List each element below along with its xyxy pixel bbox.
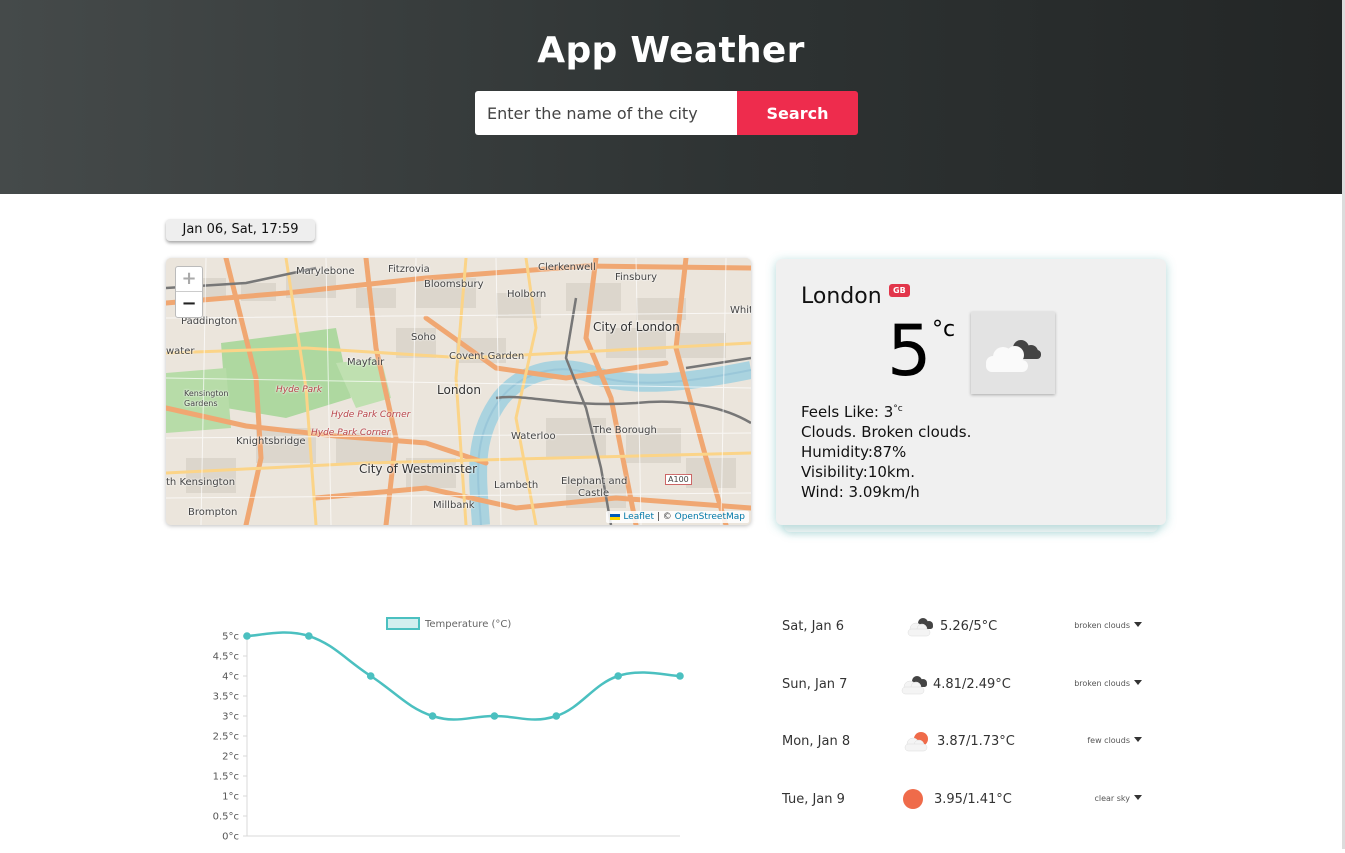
expand-caret-icon[interactable] [1134, 795, 1142, 800]
temperature-point [305, 632, 313, 640]
openstreetmap-link[interactable]: OpenStreetMap [675, 512, 745, 522]
ukraine-flag-icon [610, 513, 621, 520]
temperature-chart: 5°c 4.5°c 4°c 3.5°c 3°c 2.5°c 2°c 1.5°c 1°c 0.5°c… [200, 605, 720, 849]
attribution-separator: | © [653, 512, 675, 522]
y-tick-label: 2.5°c [213, 732, 239, 743]
temperature-point [428, 712, 437, 720]
app-title: App Weather [537, 30, 805, 71]
humidity: Humidity:87% [801, 443, 907, 461]
zoom-out-button[interactable]: − [176, 292, 202, 316]
visibility: Visibility:10km. [801, 463, 915, 481]
chart-svg: 5°c 4.5°c 4°c 3.5°c 3°c 2.5°c 2°c 1.5°c 1°c 0.5°c… [213, 617, 684, 843]
y-tick-label: 4°c [222, 672, 239, 683]
temperature-point [552, 712, 561, 720]
legend-swatch [386, 617, 420, 630]
expand-caret-icon[interactable] [1134, 680, 1142, 685]
broken-clouds-icon [904, 612, 936, 642]
temperature-point [243, 632, 251, 640]
current-temperature: 5 [887, 310, 932, 392]
city-map[interactable]: Marylebone Fitzrovia Clerkenwell Finsbur… [166, 258, 751, 525]
forecast-temp: 3.95/1.41°C [934, 792, 1012, 807]
y-tick-label: 1.5°c [213, 772, 239, 783]
forecast-row[interactable]: Tue, Jan 9 3.95/1.41°C clear sky [782, 785, 1142, 815]
weather-details: Feels Like: 3°c Clouds. Broken clouds. H… [801, 399, 971, 502]
map-attribution: Leaflet | © OpenStreetMap [606, 511, 749, 523]
current-weather-card: London GB 5 °c Feels Like: 3°c Clouds. B… [776, 259, 1166, 525]
legend-label: Temperature (°C) [424, 619, 511, 630]
temperature-unit: °c [932, 317, 956, 342]
country-badge: GB [889, 284, 910, 297]
clouds-description: Clouds. Broken clouds. [801, 423, 972, 441]
expand-caret-icon[interactable] [1134, 622, 1142, 627]
app-header: App Weather Search [0, 0, 1342, 194]
map-zoom-control: + − [175, 266, 203, 318]
forecast-day: Sat, Jan 6 [782, 619, 845, 634]
broken-clouds-icon [898, 670, 930, 700]
y-tick-label: 5°c [222, 632, 239, 643]
few-clouds-icon [901, 727, 933, 757]
forecast-description: broken clouds [1074, 679, 1130, 688]
forecast-temp: 3.87/1.73°C [937, 734, 1015, 749]
broken-clouds-icon [971, 312, 1055, 394]
forecast-description: clear sky [1094, 794, 1130, 803]
y-tick-label: 4.5°c [213, 652, 239, 663]
leaflet-link[interactable]: Leaflet [623, 512, 654, 522]
forecast-description: few clouds [1087, 736, 1130, 745]
temperature-point [366, 672, 375, 680]
forecast-day: Mon, Jan 8 [782, 734, 851, 749]
forecast-temp: 4.81/2.49°C [933, 677, 1011, 692]
forecast-row[interactable]: Mon, Jan 8 3.87/1.73°C few clouds [782, 727, 1142, 757]
forecast-row[interactable]: Sat, Jan 6 5.26/5°C broken clouds [782, 612, 1142, 642]
temperature-point [676, 672, 684, 680]
temperature-point [614, 672, 622, 680]
forecast-description: broken clouds [1074, 621, 1130, 630]
sun-icon [901, 785, 927, 815]
forecast-row[interactable]: Sun, Jan 7 4.81/2.49°C broken clouds [782, 670, 1142, 700]
city-search-input[interactable] [475, 91, 737, 135]
search-button[interactable]: Search [737, 91, 858, 135]
forecast-day: Tue, Jan 9 [782, 792, 845, 807]
y-tick-label: 3°c [222, 712, 239, 723]
date-badge: Jan 06, Sat, 17:59 [166, 219, 315, 241]
temperature-point [490, 712, 499, 720]
y-tick-label: 0.5°c [213, 812, 239, 823]
forecast-temp: 5.26/5°C [940, 619, 998, 634]
y-tick-label: 1°c [222, 792, 239, 803]
y-tick-label: 3.5°c [213, 692, 239, 703]
city-name: London [801, 284, 882, 309]
feels-like: Feels Like: 3°c [801, 403, 903, 421]
zoom-in-button[interactable]: + [176, 267, 202, 292]
y-tick-label: 2°c [222, 752, 239, 763]
y-tick-label: 0°c [222, 832, 239, 843]
wind: Wind: 3.09km/h [801, 483, 920, 501]
forecast-day: Sun, Jan 7 [782, 677, 848, 692]
expand-caret-icon[interactable] [1134, 737, 1142, 742]
